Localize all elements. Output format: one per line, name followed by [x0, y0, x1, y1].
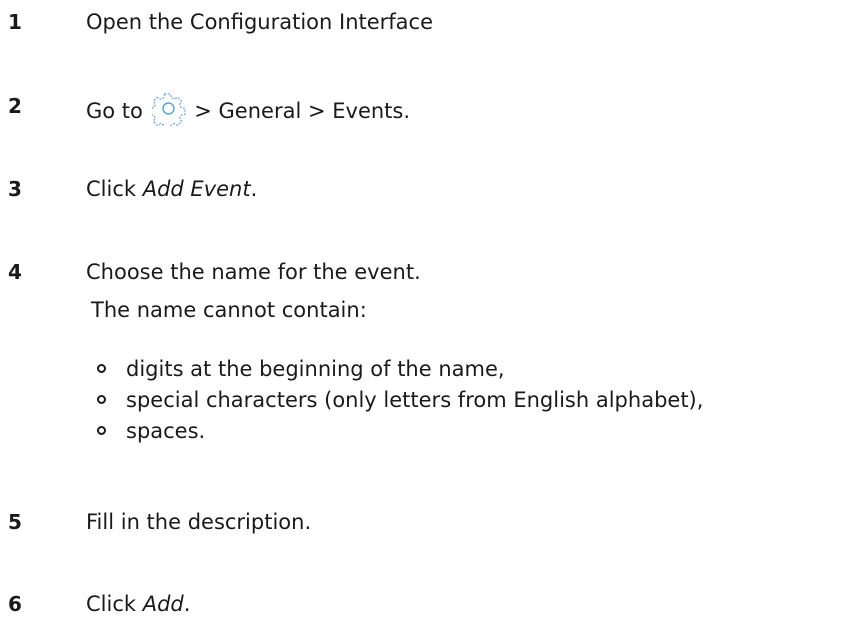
gear-icon [151, 93, 186, 126]
list-item-text: digits at the beginning of the name, [126, 357, 505, 381]
list-item-text: special characters (only letters from En… [126, 388, 704, 412]
bullet-icon [97, 364, 106, 373]
list-item: spaces. [97, 417, 703, 448]
step-number: 3 [8, 177, 22, 201]
step-text: Fill in the description. [86, 510, 312, 534]
step-text-prefix: Go to [86, 99, 143, 123]
restriction-list: digits at the beginning of the name, spe… [97, 355, 704, 448]
list-item: special characters (only letters from En… [97, 386, 704, 417]
step-number: 2 [8, 94, 22, 118]
step-number: 5 [8, 510, 22, 534]
step-number: 1 [8, 10, 22, 34]
step-text: Go to > General > Events. [86, 92, 410, 126]
step-text-prefix: Click [86, 592, 143, 616]
step-text-suffix: . [250, 177, 258, 201]
step-text: Click Add Event. [86, 175, 257, 203]
step-text: Choose the name for the event. [86, 260, 421, 284]
list-item: digits at the beginning of the name, [97, 355, 703, 386]
step-note: The name cannot contain: [91, 298, 367, 322]
ui-term-add-event: Add Event [142, 177, 251, 201]
bullet-icon [97, 395, 106, 404]
step-number: 4 [8, 260, 22, 284]
step-text-prefix: Click [86, 177, 143, 201]
ui-term-add: Add [142, 592, 184, 616]
step-number: 6 [8, 592, 22, 616]
list-item-text: spaces. [126, 419, 206, 443]
step-text: Click Add. [86, 590, 190, 618]
bullet-icon [97, 426, 106, 435]
step-text: Open the Configuration Interface [86, 10, 434, 34]
step-text-suffix: . [183, 592, 191, 616]
step-text-suffix: > General > Events. [194, 99, 411, 123]
